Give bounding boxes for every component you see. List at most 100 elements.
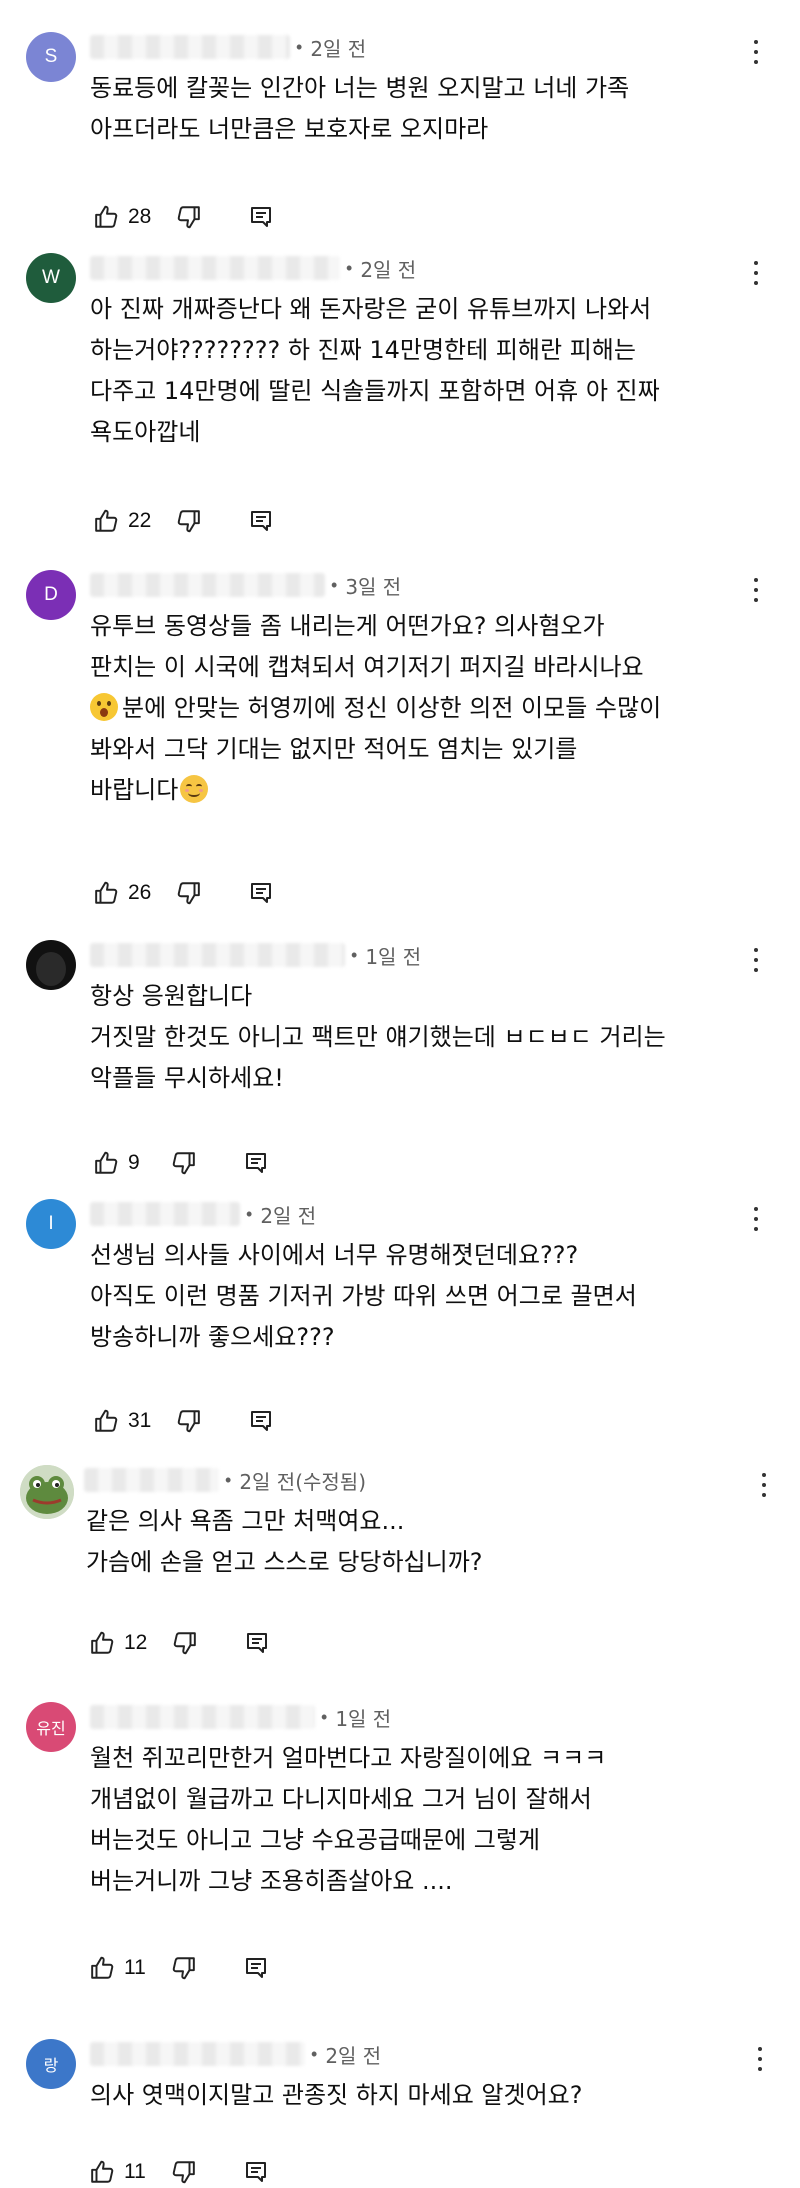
more-options-icon[interactable] — [748, 946, 764, 974]
thumbs-down-icon — [178, 206, 201, 229]
comment-line: 동료등에 칼꽂는 인간아 너는 병원 오지말고 너네 가족 — [90, 74, 630, 102]
reply-icon — [245, 1153, 266, 1173]
avatar[interactable]: S — [26, 32, 76, 82]
avatar[interactable] — [20, 1465, 74, 1519]
comment-actions: 26 — [94, 877, 273, 909]
reply-icon — [247, 1633, 268, 1653]
thumbs-up-icon — [95, 1151, 118, 1174]
dislike-button[interactable] — [170, 2159, 196, 2185]
reply-button[interactable] — [249, 509, 273, 533]
reply-button[interactable] — [249, 1409, 273, 1433]
more-options-icon[interactable] — [748, 576, 764, 604]
separator-dot: • — [346, 257, 353, 278]
comment-line: 분에 안맞는 허영끼에 정신 이상한 의전 이모들 수많이 — [122, 694, 662, 722]
like-count: 12 — [124, 1631, 148, 1654]
more-options-icon[interactable] — [748, 1205, 764, 1233]
comment-actions: 12 — [90, 1627, 269, 1659]
avatar[interactable]: 유진 — [26, 1702, 76, 1752]
avatar[interactable]: I — [26, 1199, 76, 1249]
comment-header: • 2일 전(수정됨) — [84, 1465, 366, 1495]
separator-dot: • — [246, 1203, 253, 1224]
avatar[interactable]: D — [26, 570, 76, 620]
like-button[interactable]: 11 — [90, 2159, 146, 2185]
reply-icon — [251, 1411, 272, 1431]
thumbs-up-icon — [91, 2160, 114, 2183]
like-button[interactable]: 31 — [94, 1408, 151, 1434]
thumbs-up-icon — [95, 205, 118, 228]
comment-header: • 3일 전 — [90, 570, 401, 600]
comment-time: 3일 전 — [345, 574, 402, 599]
comment-line: 버는것도 아니고 그냥 수요공급때문에 그렇게 — [90, 1826, 541, 1854]
thumbs-up-icon — [95, 881, 118, 904]
separator-dot: • — [331, 574, 338, 595]
comment-line: 방송하니까 좋으세요??? — [90, 1323, 335, 1351]
like-button[interactable]: 28 — [94, 204, 151, 230]
reply-button[interactable] — [244, 1956, 268, 1980]
comment-header: • 2일 전 — [90, 32, 366, 62]
dislike-button[interactable] — [175, 880, 201, 906]
avatar[interactable]: W — [26, 253, 76, 303]
comment-header: • 2일 전 — [90, 2039, 381, 2069]
thumbs-down-icon — [178, 510, 201, 533]
comment-line: 항상 응원합니다 — [90, 982, 253, 1010]
avatar[interactable]: 랑 — [26, 2039, 76, 2089]
separator-dot: • — [311, 2043, 318, 2064]
like-button[interactable]: 26 — [94, 880, 151, 906]
comment-line: 버는거니까 그냥 조용히좀살아요 .... — [90, 1867, 453, 1895]
blurred-username — [90, 2042, 305, 2066]
dislike-button[interactable] — [171, 1630, 197, 1656]
comment-line: 아직도 이런 명품 기저귀 가방 따위 쓰면 어그로 끌면서 — [90, 1282, 637, 1310]
dislike-button[interactable] — [175, 1408, 201, 1434]
comment-line: 유투브 동영상들 좀 내리는게 어떤가요? 의사혐오가 — [90, 612, 605, 640]
blurred-username — [90, 1202, 240, 1226]
like-button[interactable]: 11 — [90, 1955, 146, 1981]
comment-line: 바랍니다 — [90, 776, 179, 804]
reply-button[interactable] — [245, 1631, 269, 1655]
comment-time: 2일 전(수정됨) — [239, 1469, 366, 1494]
more-options-icon[interactable] — [748, 38, 764, 66]
blurred-username — [90, 256, 340, 280]
comment-header: • 2일 전 — [90, 1199, 316, 1229]
dislike-button[interactable] — [175, 508, 201, 534]
like-button[interactable]: 22 — [94, 508, 151, 534]
dislike-button[interactable] — [170, 1150, 196, 1176]
comment-text: 항상 응원합니다 거짓말 한것도 아니고 팩트만 얘기했는데 ㅂㄷㅂㄷ 거리는 … — [90, 976, 666, 1099]
comment-text: 같은 의사 욕좀 그만 처맥여요... 가슴에 손을 얻고 스스로 당당하십니까… — [86, 1501, 483, 1583]
comment-line: 욕도아깝네 — [90, 418, 201, 446]
frog-avatar-icon — [20, 1465, 74, 1519]
comment-line: 다주고 14만명에 딸린 식솔들까지 포함하면 어휴 아 진짜 — [90, 377, 660, 405]
comment-actions: 11 — [90, 1952, 268, 1984]
like-count: 26 — [128, 881, 152, 904]
like-button[interactable]: 9 — [94, 1150, 140, 1176]
dislike-button[interactable] — [170, 1955, 196, 1981]
avatar[interactable] — [26, 940, 76, 990]
comment-time: 1일 전 — [365, 944, 422, 969]
more-options-icon[interactable] — [748, 259, 764, 287]
reply-button[interactable] — [249, 205, 273, 229]
comment-text: 동료등에 칼꽂는 인간아 너는 병원 오지말고 너네 가족 아프더라도 너만큼은… — [90, 68, 629, 150]
surprised-face-emoji-icon — [90, 693, 118, 721]
reply-button[interactable] — [244, 1151, 268, 1175]
comment-line: 아프더라도 너만큼은 보호자로 오지마라 — [90, 115, 489, 143]
comment-text: 유투브 동영상들 좀 내리는게 어떤가요? 의사혐오가 판치는 이 시국에 캡쳐… — [90, 606, 661, 811]
thumbs-up-icon — [91, 1631, 114, 1654]
comment-line: 가슴에 손을 얻고 스스로 당당하십니까? — [86, 1548, 483, 1576]
more-options-icon[interactable] — [752, 2045, 768, 2073]
dislike-button[interactable] — [175, 204, 201, 230]
comment-feed: S • 2일 전 동료등에 칼꽂는 인간아 너는 병원 오지말고 너네 가족 아… — [0, 0, 800, 2188]
like-button[interactable]: 12 — [90, 1630, 147, 1656]
more-options-icon[interactable] — [756, 1471, 772, 1499]
comment-text: 의사 엿맥이지말고 관종짓 하지 마세요 알겟어요? — [90, 2075, 582, 2116]
thumbs-down-icon — [172, 2161, 195, 2184]
reply-button[interactable] — [249, 881, 273, 905]
blurred-username — [90, 1705, 315, 1729]
reply-icon — [251, 883, 272, 903]
comment-time: 1일 전 — [335, 1706, 392, 1731]
blurred-username — [84, 1468, 219, 1492]
comment-time: 2일 전 — [310, 36, 367, 61]
like-count: 31 — [128, 1409, 152, 1432]
like-count: 22 — [128, 509, 152, 532]
blurred-username — [90, 943, 345, 967]
comment-line: 판치는 이 시국에 캡쳐되서 여기저기 퍼지길 바라시나요 — [90, 653, 644, 681]
reply-button[interactable] — [244, 2160, 268, 2184]
